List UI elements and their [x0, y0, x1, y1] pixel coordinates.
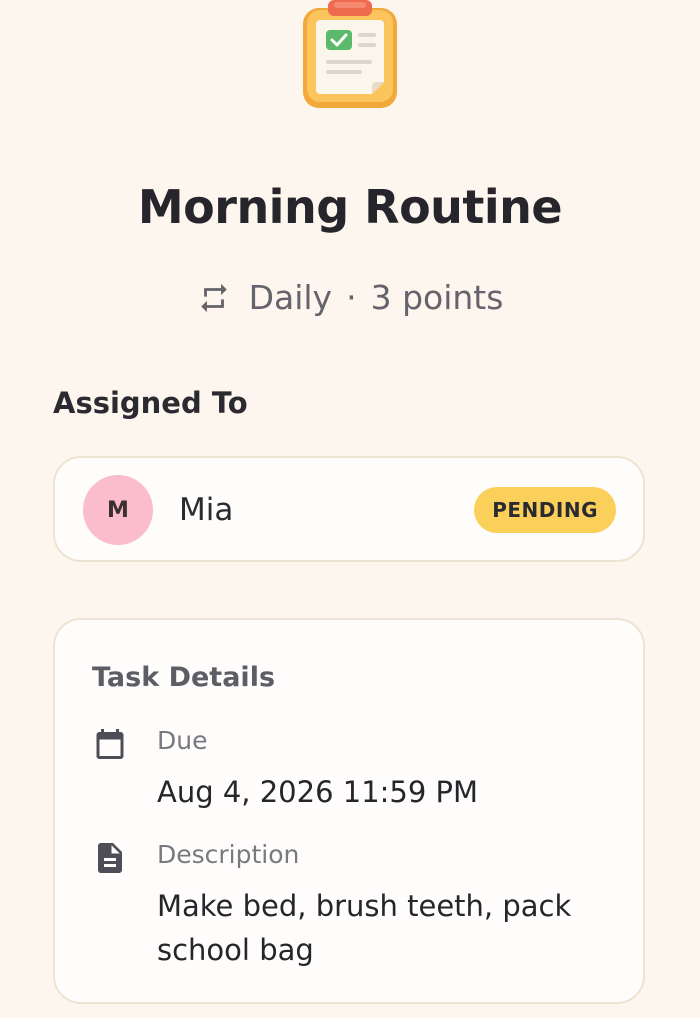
assignee-name: Mia — [179, 492, 234, 528]
task-meta: Daily · 3 points — [0, 278, 700, 317]
description-value: Make bed, brush teeth, pack school bag — [157, 889, 572, 967]
assigned-to-heading: Assigned To — [53, 386, 248, 420]
status-badge: PENDING — [474, 487, 616, 533]
clipboard-check-icon — [300, 0, 400, 112]
task-details-card: Task Details Due Aug 4, 2026 11:59 PM De… — [53, 618, 645, 1004]
due-label: Due — [157, 726, 208, 755]
task-title: Morning Routine — [137, 180, 563, 234]
assignee-card[interactable]: M Mia PENDING — [53, 456, 645, 562]
repeat-icon — [197, 281, 231, 315]
meta-separator: · — [346, 278, 357, 317]
avatar: M — [83, 475, 153, 545]
document-icon — [92, 840, 128, 876]
description-label: Description — [157, 840, 300, 869]
task-details-heading: Task Details — [92, 662, 276, 693]
due-value: Aug 4, 2026 11:59 PM — [157, 775, 479, 809]
calendar-icon — [92, 726, 128, 762]
task-points: 3 points — [370, 278, 504, 317]
task-frequency: Daily — [248, 278, 333, 317]
